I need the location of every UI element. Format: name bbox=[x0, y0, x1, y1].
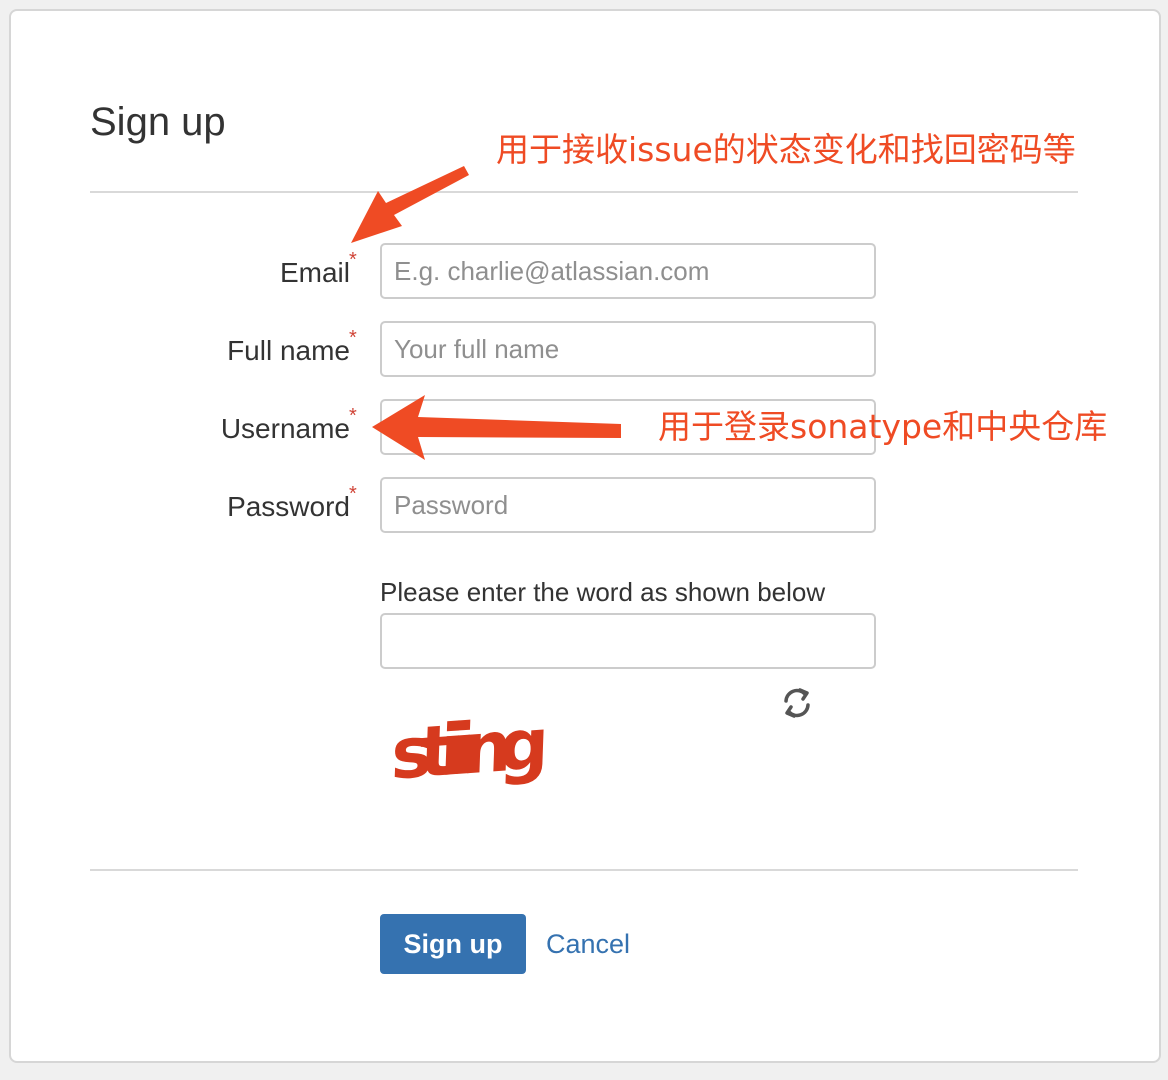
email-field[interactable] bbox=[380, 243, 876, 299]
page-title: Sign up bbox=[90, 100, 226, 144]
username-required-mark: * bbox=[349, 405, 357, 427]
sign-up-button[interactable]: Sign up bbox=[380, 914, 526, 974]
captcha-image: stiing bbox=[384, 690, 614, 810]
email-label: Email bbox=[279, 257, 350, 288]
refresh-icon[interactable] bbox=[778, 684, 816, 722]
fullname-field[interactable] bbox=[380, 321, 876, 377]
password-required-mark: * bbox=[349, 483, 357, 505]
fullname-label: Full name bbox=[227, 335, 350, 366]
email-required-mark: * bbox=[349, 249, 357, 271]
password-label: Password bbox=[227, 491, 350, 522]
captcha-input[interactable] bbox=[380, 613, 876, 669]
email-annotation: 用于接收issue的状态变化和找回密码等 bbox=[496, 130, 1076, 169]
cancel-link[interactable]: Cancel bbox=[546, 926, 630, 962]
captcha-prompt: Please enter the word as shown below bbox=[380, 577, 826, 607]
bottom-divider bbox=[90, 869, 1078, 871]
fullname-required-mark: * bbox=[349, 327, 357, 349]
captcha-image-text: stiing bbox=[390, 703, 545, 796]
top-divider bbox=[90, 191, 1078, 193]
username-label: Username bbox=[220, 413, 350, 444]
username-annotation: 用于登录sonatype和中央仓库 bbox=[658, 407, 1108, 446]
password-field[interactable] bbox=[380, 477, 876, 533]
